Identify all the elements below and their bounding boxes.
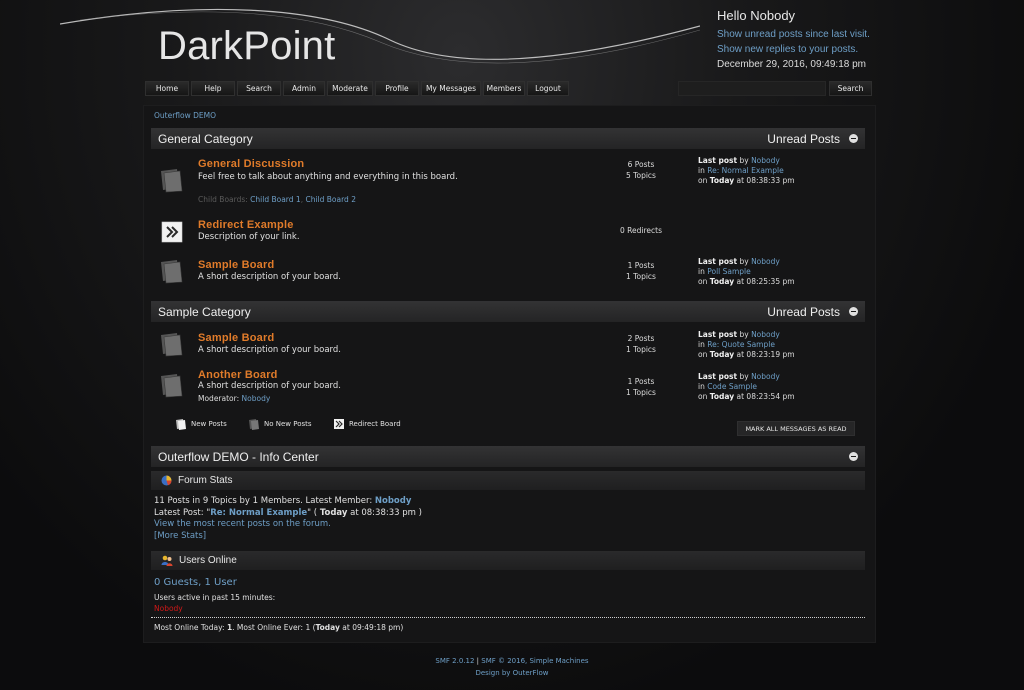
no-new-posts-icon	[249, 419, 259, 430]
moderator-link[interactable]: Nobody	[242, 394, 271, 403]
legend-no-new-posts: No New Posts	[248, 418, 312, 430]
recent-posts-link[interactable]: View the most recent posts on the forum.	[154, 519, 331, 529]
category-header-general: General Category Unread Posts	[151, 128, 865, 149]
header-swoosh-decoration	[60, 8, 700, 64]
latest-post-link[interactable]: Re: Normal Example	[210, 508, 307, 518]
board-name[interactable]: Another Board	[198, 369, 278, 381]
last-post-info: Last post by Nobody in Code Sample on To…	[698, 372, 795, 401]
legend-new-posts: New Posts	[175, 418, 227, 430]
users-online-title: Users Online	[179, 555, 237, 566]
latest-post-line: Latest Post: "Re: Normal Example" ( Toda…	[154, 508, 422, 518]
nav-admin-button[interactable]: Admin	[283, 81, 325, 96]
smf-version-link[interactable]: SMF 2.0.12	[435, 657, 474, 665]
board-no-new-posts-icon	[161, 374, 183, 398]
current-date: December 29, 2016, 09:49:18 pm	[717, 59, 866, 70]
board-no-new-posts-icon	[161, 260, 183, 284]
board-description: A short description of your board.	[198, 345, 341, 355]
board-description: A short description of your board.	[198, 381, 341, 391]
greeting: Hello Nobody	[717, 8, 796, 23]
category-title[interactable]: General Category	[158, 132, 253, 146]
nav-logout-button[interactable]: Logout	[527, 81, 569, 96]
unread-posts-link[interactable]: Unread Posts	[767, 305, 840, 319]
board-description: A short description of your board.	[198, 272, 341, 282]
users-online-header: Users Online	[151, 551, 865, 570]
board-description: Description of your link.	[198, 232, 300, 242]
collapse-icon[interactable]	[849, 452, 858, 461]
search-input[interactable]	[678, 81, 826, 96]
active-user-link[interactable]: Nobody	[154, 604, 183, 613]
main-nav: Home Help Search Admin Moderate Profile …	[145, 81, 569, 96]
board-stats: 1 Posts 1 Topics	[626, 377, 656, 397]
category-title[interactable]: Sample Category	[158, 305, 251, 319]
more-stats-link[interactable]: [More Stats]	[154, 531, 206, 541]
forum-stats-title: Forum Stats	[178, 475, 233, 486]
info-center-title: Outerflow DEMO - Info Center	[158, 449, 319, 464]
board-name[interactable]: Redirect Example	[198, 219, 294, 231]
last-post-topic-link[interactable]: Poll Sample	[707, 267, 751, 276]
smf-copyright-link[interactable]: SMF © 2016, Simple Machines	[481, 657, 588, 665]
last-post-author-link[interactable]: Nobody	[751, 156, 780, 165]
footer-copyright: SMF 2.0.12 | SMF © 2016, Simple Machines	[435, 657, 589, 665]
forum-stats-header: Forum Stats	[151, 471, 865, 490]
nav-moderate-button[interactable]: Moderate	[327, 81, 373, 96]
online-users-link[interactable]: 0 Guests, 1 User	[154, 577, 237, 588]
footer-design-credit[interactable]: Design by OuterFlow	[0, 669, 1024, 677]
last-post-author-link[interactable]: Nobody	[751, 257, 780, 266]
nav-help-button[interactable]: Help	[191, 81, 235, 96]
breadcrumb[interactable]: Outerflow DEMO	[154, 111, 216, 120]
most-online-line: Most Online Today: 1. Most Online Ever: …	[154, 623, 404, 632]
forum-stats-text: 11 Posts in 9 Topics by 1 Members. Lates…	[154, 496, 412, 506]
search-submit-button[interactable]: Search	[829, 81, 872, 96]
child-board-link[interactable]: Child Board 1	[250, 195, 301, 204]
guests-users-count: 0 Guests, 1 User	[154, 577, 237, 588]
last-post-info: Last post by Nobody in Re: Quote Sample …	[698, 330, 795, 359]
nav-members-button[interactable]: Members	[483, 81, 525, 96]
board-no-new-posts-icon	[161, 169, 183, 193]
last-post-topic-link[interactable]: Code Sample	[707, 382, 757, 391]
category-header-sample: Sample Category Unread Posts	[151, 301, 865, 322]
legend-redirect-board: Redirect Board	[333, 418, 401, 430]
new-posts-icon	[176, 419, 186, 430]
stats-pie-icon	[161, 475, 172, 486]
board-moderator: Moderator: Nobody	[198, 394, 271, 403]
unread-posts-link[interactable]: Unread Posts	[767, 132, 840, 146]
active-users-label: Users active in past 15 minutes:	[154, 593, 276, 602]
board-stats: 6 Posts 5 Topics	[626, 160, 656, 180]
board-stats: 2 Posts 1 Topics	[626, 334, 656, 354]
board-stats: 1 Posts 1 Topics	[626, 261, 656, 281]
recent-posts-line: View the most recent posts on the forum.	[154, 519, 331, 529]
board-no-new-posts-icon	[161, 333, 183, 357]
board-redirects: 0 Redirects	[620, 226, 662, 235]
board-name[interactable]: General Discussion	[198, 158, 304, 170]
last-post-author-link[interactable]: Nobody	[751, 330, 780, 339]
child-boards: Child Boards: Child Board 1, Child Board…	[198, 195, 356, 204]
nav-home-button[interactable]: Home	[145, 81, 189, 96]
users-online-icon	[161, 555, 173, 566]
nav-my-messages-button[interactable]: My Messages	[421, 81, 481, 96]
last-post-topic-link[interactable]: Re: Quote Sample	[707, 340, 775, 349]
collapse-icon[interactable]	[849, 134, 858, 143]
board-name[interactable]: Sample Board	[198, 259, 274, 271]
new-replies-link[interactable]: Show new replies to your posts.	[717, 42, 1007, 57]
child-board-link[interactable]: Child Board 2	[305, 195, 356, 204]
info-center-header: Outerflow DEMO - Info Center	[151, 446, 865, 467]
last-post-info: Last post by Nobody in Poll Sample on To…	[698, 257, 795, 286]
board-description: Feel free to talk about anything and eve…	[198, 172, 458, 182]
last-post-topic-link[interactable]: Re: Normal Example	[707, 166, 783, 175]
latest-member-link[interactable]: Nobody	[375, 496, 412, 506]
more-stats-line: [More Stats]	[154, 531, 206, 541]
last-post-author-link[interactable]: Nobody	[751, 372, 780, 381]
mark-all-read-button[interactable]: MARK ALL MESSAGES AS READ	[737, 421, 855, 436]
nav-profile-button[interactable]: Profile	[375, 81, 419, 96]
last-post-info: Last post by Nobody in Re: Normal Exampl…	[698, 156, 795, 185]
redirect-icon	[334, 419, 344, 429]
nav-search-button[interactable]: Search	[237, 81, 281, 96]
unread-posts-link[interactable]: Show unread posts since last visit.	[717, 27, 1007, 42]
user-info-box: Hello Nobody Show unread posts since las…	[717, 8, 1007, 72]
board-name[interactable]: Sample Board	[198, 332, 274, 344]
divider	[151, 617, 865, 618]
redirect-board-icon	[161, 221, 183, 243]
site-logo[interactable]: DarkPoint	[158, 24, 335, 69]
collapse-icon[interactable]	[849, 307, 858, 316]
